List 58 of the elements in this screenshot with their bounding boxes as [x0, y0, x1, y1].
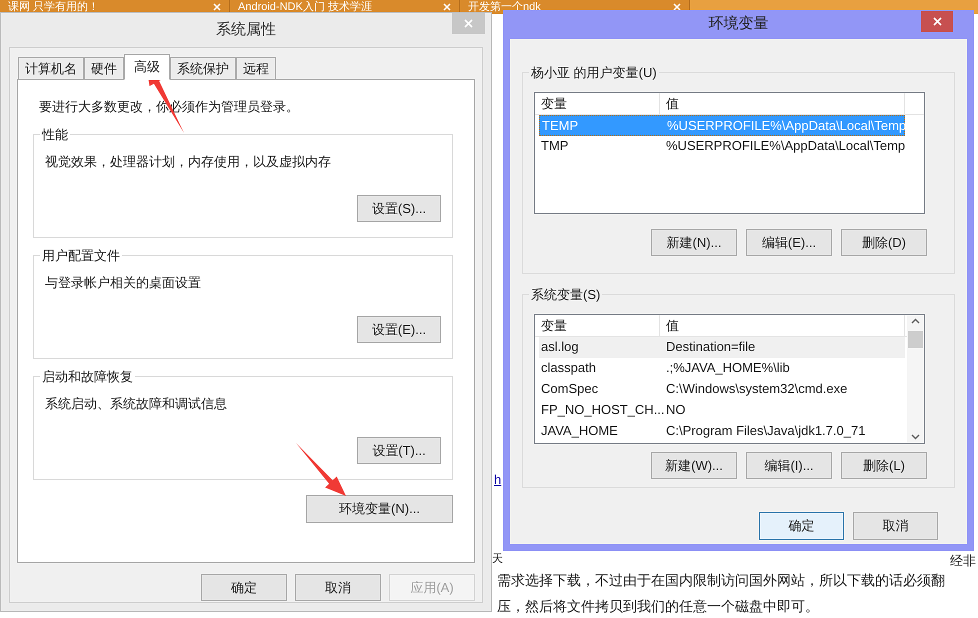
tab[interactable]: 高级	[124, 54, 170, 80]
window-title: 环境变量	[708, 14, 768, 34]
page-text: 天	[492, 552, 503, 567]
close-icon	[932, 17, 942, 26]
button[interactable]: 确定	[201, 574, 287, 601]
tab[interactable]: 远程	[236, 57, 276, 79]
description-text: 系统启动、系统故障和调试信息	[45, 395, 228, 413]
tab[interactable]: 系统保护	[170, 57, 236, 79]
close-icon[interactable]	[213, 3, 221, 11]
table-cell-text: %USERPROFILE%\AppData\Local\Temp	[665, 137, 906, 155]
scrollbar-thumb[interactable]	[908, 331, 923, 348]
button[interactable]: 删除(D)	[841, 229, 927, 256]
group-title: 系统变量(S)	[529, 285, 602, 304]
table-cell-text: .;%JAVA_HOME%\lib	[665, 359, 791, 377]
table-cell-text: TMP	[540, 137, 570, 155]
table-cell-text: JAVA_HOME	[540, 422, 619, 440]
close-button[interactable]	[921, 11, 953, 32]
scroll-down-icon[interactable]	[911, 434, 920, 440]
table-cell-text: Destination=file	[665, 338, 756, 356]
table-cell-text: %USERPROFILE%\AppData\Local\Temp	[666, 117, 906, 135]
button[interactable]: 新建(N)...	[651, 229, 737, 256]
page-text: 需求选择下载，不过由于在国内限制访问国外网站，所以下载的话必须翻	[497, 571, 945, 590]
close-icon	[464, 19, 473, 28]
scroll-up-icon[interactable]	[911, 318, 920, 324]
list-view[interactable]: 变量 值 asl.log Destination=file classpath .;%JAVA_HOME%\lib ComSpec C:\Windows\system32\cmd.exe FP_NO_HOST_CH...NO JAVA_HOME C:\Program Files\Java\jdk1.7.0_71	[534, 314, 925, 444]
button[interactable]: 编辑(E)...	[746, 229, 832, 256]
description-text: 视觉效果，处理器计划，内存使用，以及虚拟内存	[45, 153, 332, 171]
list-view[interactable]: 变量 值 TEMP %USERPROFILE%\AppData\Local\Temp TMP %USERPROFILE%\AppData\Local\Temp	[534, 92, 925, 214]
table-cell-text: ComSpec	[540, 380, 600, 398]
group-title: 杨小亚 的用户变量(U)	[529, 63, 659, 82]
selected-row[interactable]: asl.log Destination=file	[539, 337, 905, 358]
close-icon[interactable]	[443, 3, 451, 11]
table-cell-text: NO	[665, 401, 686, 419]
link[interactable]: h	[494, 470, 502, 490]
button[interactable]: 新建(W)...	[651, 452, 737, 479]
table-cell-text: C:\Windows\system32\cmd.exe	[665, 380, 848, 398]
button[interactable]: 编辑(I)...	[746, 452, 832, 479]
table-cell-text: classpath	[540, 359, 597, 377]
button[interactable]: 设置(T)...	[357, 437, 441, 464]
tab[interactable]: 硬件	[84, 57, 124, 79]
page-text: 经非	[950, 552, 976, 570]
button[interactable]: 设置(E)...	[357, 316, 441, 343]
table-cell-text: C:\Program Files\Java\jdk1.7.0_71	[665, 422, 866, 440]
arrow-annotation	[296, 443, 346, 496]
description-text: 与登录帐户相关的桌面设置	[45, 274, 202, 292]
button[interactable]: 设置(S)...	[357, 195, 441, 222]
button[interactable]: 环境变量(N)...	[306, 495, 453, 523]
close-icon[interactable]	[673, 3, 681, 11]
tab[interactable]: 计算机名	[18, 57, 84, 79]
table-cell-text: asl.log	[540, 338, 580, 356]
button[interactable]: 确定	[759, 512, 844, 540]
button[interactable]: 取消	[295, 574, 381, 601]
table-cell-text: TEMP	[541, 117, 580, 135]
scrollbar[interactable]	[907, 315, 924, 443]
button[interactable]: 删除(L)	[841, 452, 927, 479]
button[interactable]: 取消	[853, 512, 938, 540]
page-text: 压，然后将文件拷贝到我们的任意一个磁盘中即可。	[497, 597, 819, 616]
window-title: 系统属性	[216, 20, 276, 40]
